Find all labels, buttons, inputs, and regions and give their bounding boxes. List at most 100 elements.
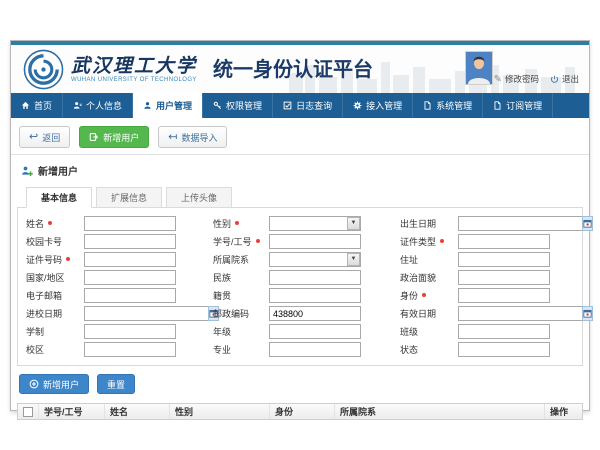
field-label: 民族 [213, 271, 269, 284]
address-input[interactable] [458, 252, 550, 267]
native-place-input[interactable] [269, 288, 361, 303]
nav-tab-label: 首页 [34, 99, 52, 112]
schooling-length-input[interactable] [84, 324, 176, 339]
campus-card-no-input[interactable] [84, 234, 176, 249]
add-user-icon [21, 165, 33, 177]
field-enroll-date: 进校日期 [26, 306, 176, 321]
field-label: 学制 [26, 325, 84, 338]
id-type-input[interactable] [458, 234, 550, 249]
column-header: 姓名 [104, 404, 169, 419]
avatar-photo [466, 52, 492, 84]
field-label: 进校日期 [26, 307, 84, 320]
field-label: 身份 [400, 289, 458, 302]
field-political-status: 政治面貌 [400, 270, 550, 285]
student-no-input[interactable] [269, 234, 361, 249]
class-input[interactable] [458, 324, 550, 339]
back-arrow-icon: ↩ [29, 132, 38, 143]
field-label: 班级 [400, 325, 458, 338]
field-label: 姓名 [26, 217, 84, 230]
back-button[interactable]: ↩ 返回 [19, 126, 70, 148]
field-identity: 身份 [400, 288, 550, 303]
form-tabs: 基本信息扩展信息上传头像 [17, 183, 583, 208]
nav-tab-log-query[interactable]: 日志查询 [273, 93, 343, 118]
main-nav: 首页个人信息 用户管理 权限管理 日志查询 接入管理系统管理 订阅管理 [11, 93, 589, 118]
gear-icon [353, 101, 362, 110]
field-label: 有效日期 [400, 307, 458, 320]
nav-tab-label: 订阅管理 [506, 99, 542, 112]
select-all-cell [18, 404, 38, 419]
section-header: 新增用户 [11, 154, 589, 183]
file-icon [493, 101, 502, 110]
home-icon [21, 101, 30, 110]
submit-add-user-button[interactable]: 新增用户 [19, 374, 89, 394]
ethnicity-input[interactable] [269, 270, 361, 285]
submit-label: 新增用户 [43, 378, 79, 391]
email-input[interactable] [84, 288, 176, 303]
power-icon [550, 75, 559, 84]
nav-tab-label: 权限管理 [226, 99, 262, 112]
results-table-header: 学号/工号姓名性别身份所属院系操作 [17, 403, 583, 420]
id-number-input[interactable] [84, 252, 176, 267]
field-label: 校园卡号 [26, 235, 84, 248]
user-avatar[interactable] [465, 51, 493, 85]
form-row: 校园卡号 学号/工号 证件类型 [26, 233, 574, 250]
platform-title: 统一身份认证平台 [213, 53, 373, 86]
change-password-label: 修改密码 [505, 73, 539, 85]
valid-date-input[interactable] [458, 306, 582, 321]
change-password-link[interactable]: ✎ 修改密码 [494, 73, 539, 85]
university-logo [23, 49, 64, 90]
calendar-icon[interactable] [582, 216, 593, 231]
column-header: 操作 [544, 404, 582, 419]
select-all-checkbox[interactable] [23, 407, 33, 417]
calendar-icon[interactable] [582, 306, 593, 321]
field-postal-code: 邮政编码 [213, 306, 363, 321]
campus-input[interactable] [84, 342, 176, 357]
field-country-region: 国家/地区 [26, 270, 176, 285]
reset-button[interactable]: 重置 [97, 374, 135, 394]
user-icon [143, 101, 152, 110]
grade-input[interactable] [269, 324, 361, 339]
nav-tab-subscription-management[interactable]: 订阅管理 [483, 93, 553, 118]
field-label: 住址 [400, 253, 458, 266]
status-input[interactable] [458, 342, 550, 357]
field-status: 状态 [400, 342, 550, 357]
nav-tab-home[interactable]: 首页 [11, 93, 63, 118]
nav-tab-system-management[interactable]: 系统管理 [413, 93, 483, 118]
nav-tab-label: 日志查询 [296, 99, 332, 112]
nav-tab-user-management[interactable]: 用户管理 [133, 93, 203, 118]
field-name: 姓名 [26, 216, 176, 231]
data-import-button[interactable]: ↤ 数据导入 [158, 126, 227, 148]
birth-date-input[interactable] [458, 216, 582, 231]
identity-input[interactable] [458, 288, 550, 303]
column-header: 所属院系 [334, 404, 544, 419]
nav-tab-access-management[interactable]: 接入管理 [343, 93, 413, 118]
file-icon [423, 101, 432, 110]
nav-tab-permission-management[interactable]: 权限管理 [203, 93, 273, 118]
major-input[interactable] [269, 342, 361, 357]
tab-extended-info[interactable]: 扩展信息 [96, 187, 162, 208]
gender-select[interactable]: ▼ [269, 216, 361, 231]
field-label: 学号/工号 [213, 235, 269, 248]
back-label: 返回 [42, 131, 60, 144]
name-input[interactable] [84, 216, 176, 231]
app-window: 武汉理工大学 WUHAN UNIVERSITY OF TECHNOLOGY 统一… [10, 40, 590, 411]
pencil-icon: ✎ [494, 74, 502, 85]
export-icon [89, 132, 99, 142]
country-region-input[interactable] [84, 270, 176, 285]
nav-tab-label: 接入管理 [366, 99, 402, 112]
political-status-input[interactable] [458, 270, 550, 285]
page: 武汉理工大学 WUHAN UNIVERSITY OF TECHNOLOGY 统一… [0, 0, 600, 450]
form-row: 姓名性别▼出生日期 [26, 215, 574, 232]
department-select[interactable]: ▼ [269, 252, 361, 267]
field-id-type: 证件类型 [400, 234, 550, 249]
enroll-date-input[interactable] [84, 306, 208, 321]
form-actions: 新增用户 重置 [19, 374, 589, 394]
import-label: 数据导入 [181, 131, 217, 144]
add-user-toolbar-button[interactable]: 新增用户 [79, 126, 149, 148]
tab-basic-info[interactable]: 基本信息 [26, 187, 92, 208]
tab-upload-avatar[interactable]: 上传头像 [166, 187, 232, 208]
nav-tab-label: 用户管理 [156, 99, 192, 112]
postal-code-input[interactable] [269, 306, 361, 321]
logout-link[interactable]: 退出 [550, 73, 579, 85]
nav-tab-profile[interactable]: 个人信息 [63, 93, 133, 118]
